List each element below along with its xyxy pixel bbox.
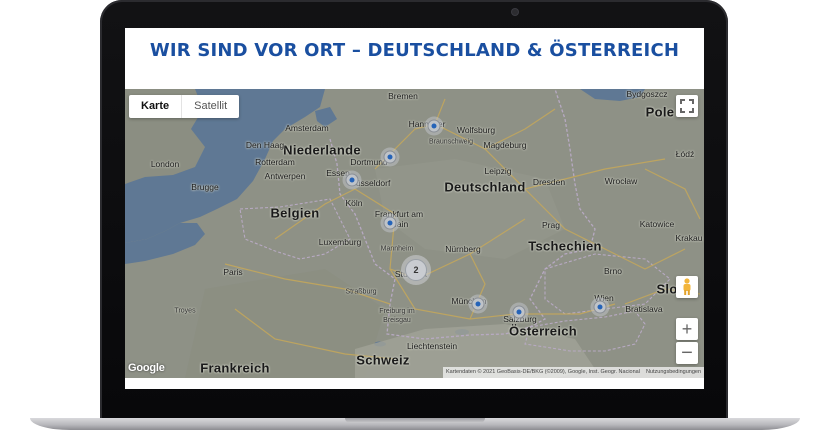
city-label-prag: Prag	[542, 220, 560, 230]
fullscreen-icon	[680, 99, 694, 113]
city-label-den-haag: Den Haag	[245, 140, 285, 150]
city-label-dortmund: Dortmund	[350, 157, 388, 167]
location-marker-dortmund[interactable]	[383, 150, 397, 164]
location-cluster-stuttgart[interactable]: 2	[405, 259, 427, 281]
laptop-notch	[345, 418, 485, 423]
page-headline: WIR SIND VOR ORT – DEUTSCHLAND & ÖSTERRE…	[149, 40, 680, 61]
terms-link[interactable]: Nutzungsbedingungen	[646, 367, 701, 378]
city-label-lodz: Łódź	[675, 149, 695, 159]
country-label-niederlande: Niederlande	[283, 142, 361, 158]
location-marker-hannover[interactable]	[427, 119, 441, 133]
city-label-magdeburg: Magdeburg	[483, 140, 527, 150]
city-label-brno: Brno	[604, 266, 622, 276]
location-marker-salzburg[interactable]	[512, 305, 526, 319]
google-logo: Google	[128, 362, 165, 374]
city-label-bydgoszcz: Bydgoszcz	[626, 89, 668, 99]
city-label-bremen: Bremen	[388, 91, 418, 101]
location-marker-frankfurt[interactable]	[383, 216, 397, 230]
country-label-frankreich: Frankreich	[200, 360, 270, 376]
city-label-krakau: Krakau	[675, 233, 703, 243]
city-label-amsterdam: Amsterdam	[285, 123, 329, 133]
city-label-strassburg: Straßburg	[345, 288, 377, 296]
city-label-wroclaw: Wrocław	[604, 176, 638, 186]
city-label-bratislava: Bratislava	[625, 304, 663, 314]
zoom-out-button[interactable]: −	[676, 342, 698, 364]
city-label-liechtenstein: Liechtenstein	[406, 341, 458, 351]
map-type-control: Karte Satellit	[129, 95, 240, 118]
webcam	[512, 9, 518, 15]
city-label-mannheim: Mannheim	[380, 245, 414, 253]
country-label-slowakei: Slo	[656, 281, 678, 297]
country-label-schweiz: Schweiz	[356, 352, 410, 368]
city-label-brugge: Brugge	[191, 182, 219, 192]
city-label-leipzig: Leipzig	[484, 166, 512, 176]
country-label-oesterreich: Österreich	[508, 323, 578, 339]
city-label-paris: Paris	[223, 267, 243, 277]
city-label-troyes: Troyes	[174, 307, 196, 315]
city-label-rotterdam: Rotterdam	[255, 157, 295, 167]
location-marker-wien[interactable]	[593, 300, 607, 314]
laptop-screen: WIR SIND VOR ORT – DEUTSCHLAND & ÖSTERRE…	[125, 28, 704, 389]
city-label-koeln: Köln	[345, 198, 363, 208]
city-label-frankfurt: Frankfurt am Main	[374, 209, 424, 229]
city-label-nuernberg: Nürnberg	[445, 244, 481, 254]
city-label-katowice: Katowice	[639, 219, 675, 229]
map-attribution: Kartendaten © 2021 GeoBasis-DE/BKG (©200…	[442, 367, 704, 378]
city-label-braunschweig: Braunschweig	[429, 138, 473, 146]
map-type-satellite-button[interactable]: Satellit	[182, 95, 239, 118]
city-label-freiburg: Freiburg im Breisgau	[379, 308, 415, 324]
map-background	[125, 89, 704, 378]
location-marker-duesseldorf[interactable]	[345, 173, 359, 187]
country-label-polen: Pole	[645, 104, 675, 120]
city-label-luxemburg: Luxemburg	[318, 237, 362, 247]
country-label-deutschland: Deutschland	[444, 179, 526, 195]
city-label-antwerpen: Antwerpen	[264, 171, 306, 181]
country-label-tschechien: Tschechien	[528, 238, 602, 254]
city-label-dresden: Dresden	[532, 177, 566, 187]
pegman-icon	[683, 278, 691, 295]
city-label-london: London	[150, 159, 180, 169]
street-view-button[interactable]	[676, 276, 698, 298]
city-label-wolfsburg: Wolfsburg	[456, 125, 496, 135]
map-canvas[interactable]: Deutschland Niederlande Belgien Tschechi…	[125, 89, 704, 378]
zoom-in-button[interactable]: +	[676, 318, 698, 340]
map-type-map-button[interactable]: Karte	[129, 95, 183, 118]
country-label-belgien: Belgien	[270, 205, 320, 221]
attribution-data: Kartendaten © 2021 GeoBasis-DE/BKG (©200…	[445, 369, 640, 375]
fullscreen-button[interactable]	[676, 95, 698, 117]
location-marker-muenchen[interactable]	[471, 297, 485, 311]
